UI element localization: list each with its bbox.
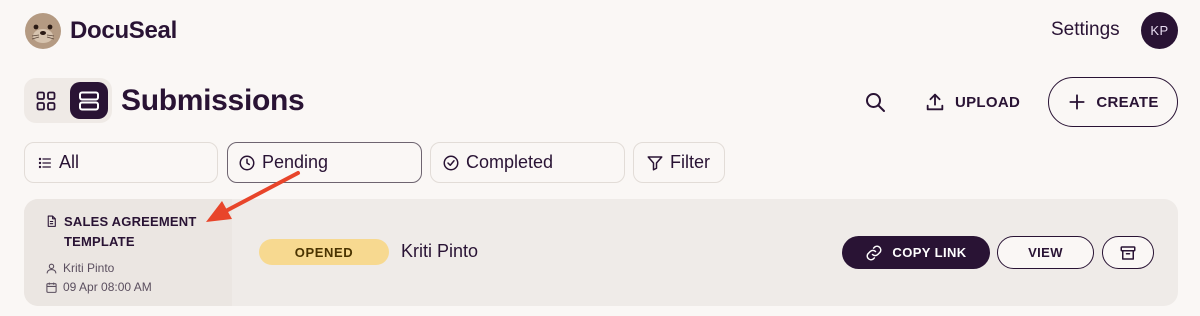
status-badge: OPENED — [259, 239, 389, 265]
settings-link[interactable]: Settings — [1051, 19, 1120, 41]
upload-button[interactable]: UPLOAD — [924, 87, 1020, 117]
brand-name[interactable]: DocuSeal — [70, 17, 177, 45]
page-title: Submissions — [121, 84, 305, 117]
list-view-icon — [79, 91, 99, 110]
archive-icon — [1120, 245, 1136, 260]
filter-all-label: All — [59, 152, 80, 172]
check-circle-icon — [442, 154, 460, 172]
user-icon — [46, 263, 57, 273]
filter-all[interactable]: All — [24, 142, 218, 183]
search-button[interactable] — [860, 87, 890, 117]
filter-pending[interactable]: Pending — [227, 142, 422, 183]
create-button[interactable]: CREATE — [1048, 77, 1178, 127]
plus-icon — [1069, 94, 1085, 110]
user-avatar[interactable]: KP — [1141, 12, 1178, 49]
author-line: Kriti Pinto — [45, 261, 114, 275]
date-line: 09 Apr 08:00 AM — [45, 280, 152, 294]
create-label: CREATE — [1096, 93, 1159, 111]
funnel-icon — [646, 154, 664, 172]
grid-view-icon[interactable] — [34, 89, 58, 113]
view-button[interactable]: VIEW — [997, 236, 1094, 269]
submission-row[interactable]: SALES AGREEMENT TEMPLATE Kriti Pinto 09 … — [24, 199, 1178, 306]
submitter-name[interactable]: Kriti Pinto — [401, 241, 478, 262]
clock-icon — [238, 154, 256, 172]
link-icon — [866, 245, 882, 260]
copy-link-label: COPY LINK — [892, 245, 967, 260]
copy-link-button[interactable]: COPY LINK — [842, 236, 990, 269]
filter-button[interactable]: Filter — [633, 142, 725, 183]
filter-pending-label: Pending — [262, 152, 329, 172]
document-icon — [47, 215, 56, 227]
search-icon — [866, 93, 885, 112]
template-date: 09 Apr 08:00 AM — [63, 280, 152, 294]
calendar-icon — [46, 282, 57, 293]
view-toggle — [24, 78, 112, 123]
template-author: Kriti Pinto — [63, 261, 115, 275]
upload-label: UPLOAD — [955, 93, 1021, 111]
template-info: SALES AGREEMENT TEMPLATE Kriti Pinto 09 … — [24, 199, 232, 306]
app-header: DocuSeal Settings KP — [0, 0, 1200, 64]
seal-logo-icon[interactable] — [24, 12, 62, 50]
list-view-button[interactable] — [70, 82, 108, 119]
filter-completed[interactable]: Completed — [430, 142, 625, 183]
upload-icon — [926, 93, 944, 111]
archive-button[interactable] — [1102, 236, 1154, 269]
template-name-link[interactable]: SALES AGREEMENT TEMPLATE — [64, 212, 224, 252]
filter-completed-label: Completed — [466, 152, 554, 172]
list-icon — [37, 155, 53, 171]
filter-button-label: Filter — [670, 152, 710, 172]
